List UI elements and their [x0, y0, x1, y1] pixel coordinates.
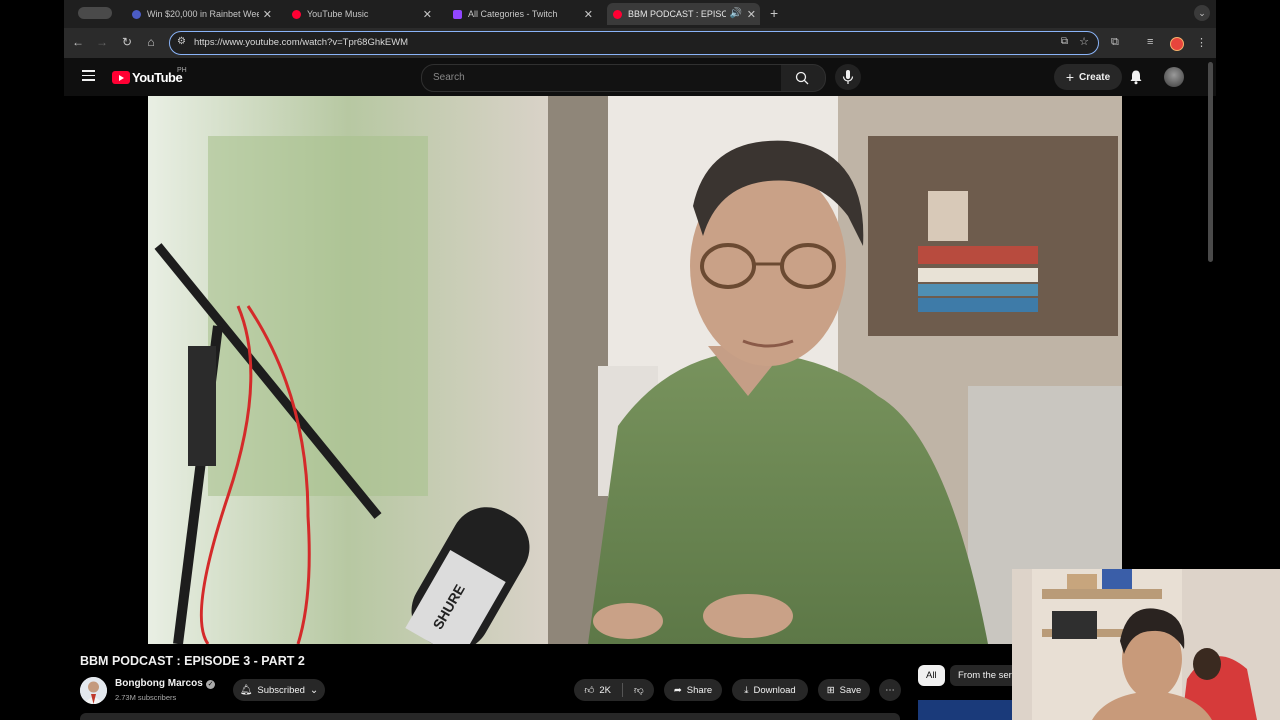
video-player[interactable]: SHURE: [148, 96, 1122, 644]
notifications-bell-icon[interactable]: [1129, 69, 1143, 85]
browser-tab-bar: Win $20,000 in Rainbet Weekly ✕ YouTube …: [64, 0, 1216, 28]
share-button[interactable]: ➦ Share: [664, 679, 722, 701]
tab-title: All Categories - Twitch: [468, 9, 558, 19]
media-controls-icon[interactable]: ≡: [1147, 36, 1153, 48]
share-label: Share: [686, 684, 713, 696]
like-dislike-control: 👍︎ 2K 👎︎: [574, 679, 654, 701]
reload-icon[interactable]: ↻: [119, 35, 135, 49]
channel-name[interactable]: Bongbong Marcos: [115, 678, 203, 689]
account-avatar[interactable]: [1164, 67, 1184, 87]
plus-icon[interactable]: +: [770, 5, 778, 21]
tab-title: YouTube Music: [307, 9, 369, 19]
menu-hamburger-icon[interactable]: [82, 70, 95, 81]
tab-group-indicator[interactable]: [78, 7, 112, 19]
subscribed-button[interactable]: 🔔︎ Subscribed ⌄: [233, 679, 325, 701]
video-title: BBM PODCAST : EPISODE 3 - PART 2: [80, 654, 305, 668]
youtube-header: YouTube PH Search + Create: [64, 58, 1216, 96]
download-button[interactable]: ⤓ Download: [732, 679, 808, 701]
tab-bbm-podcast[interactable]: BBM PODCAST : EPISODE 3 - PART 2 🔊 ✕: [607, 3, 760, 25]
description-box[interactable]: [80, 713, 900, 720]
more-horizontal-icon: ⋯: [885, 684, 895, 696]
search-input[interactable]: Search: [421, 64, 783, 92]
country-code: PH: [177, 67, 187, 74]
close-tab-icon[interactable]: ✕: [263, 8, 272, 21]
forward-arrow-icon[interactable]: →: [94, 35, 110, 49]
video-frame: SHURE: [148, 96, 1122, 644]
site-info-icon[interactable]: ⚙: [177, 36, 186, 47]
tab-title: BBM PODCAST : EPISODE 3 - PART 2: [628, 9, 726, 19]
tab-youtube-music[interactable]: YouTube Music ✕: [286, 3, 436, 25]
youtube-logo[interactable]: YouTube PH: [112, 67, 187, 85]
thumbs-up-icon: 👍︎: [584, 685, 595, 696]
extensions-icon[interactable]: ⧉: [1111, 36, 1119, 49]
like-divider: [621, 683, 623, 697]
voice-search-button[interactable]: [835, 64, 861, 90]
profile-avatar-icon[interactable]: [1170, 37, 1184, 51]
related-video-thumbnail[interactable]: [918, 700, 1018, 720]
browser-menu-icon[interactable]: ⋮: [1196, 36, 1207, 49]
thumbs-down-icon[interactable]: 👎︎: [634, 684, 644, 696]
webcam-feed: [1012, 569, 1280, 720]
subscribed-label: Subscribed: [257, 684, 305, 696]
channel-avatar-image: [80, 677, 107, 704]
rainbet-favicon-icon: [132, 9, 141, 19]
chip-from-the-series[interactable]: From the ser: [950, 665, 1020, 686]
chevron-down-icon[interactable]: ⌄: [1194, 5, 1210, 21]
search-button[interactable]: [781, 64, 826, 92]
verified-checkmark-icon: ✓: [206, 680, 215, 689]
share-arrow-icon: ➦: [673, 684, 682, 696]
save-label: Save: [839, 684, 862, 696]
close-tab-icon[interactable]: ✕: [584, 8, 593, 21]
download-arrow-icon: ⤓: [744, 684, 749, 696]
tab-rainbet[interactable]: Win $20,000 in Rainbet Weekly ✕: [126, 3, 276, 25]
save-button[interactable]: ⊞ Save: [818, 679, 870, 701]
download-label: Download: [753, 684, 796, 696]
chevron-down-icon: ⌄: [309, 684, 319, 696]
youtube-favicon-icon: [613, 9, 622, 19]
install-app-icon[interactable]: ⧉: [1061, 36, 1068, 47]
audio-playing-icon[interactable]: 🔊: [730, 8, 742, 19]
back-arrow-icon[interactable]: ←: [70, 35, 86, 49]
url-text[interactable]: https://www.youtube.com/watch?v=Tpr68Ghk…: [194, 37, 408, 48]
close-tab-icon[interactable]: ✕: [423, 8, 432, 21]
home-icon[interactable]: ⌂: [143, 35, 159, 49]
search-icon: [795, 71, 809, 85]
address-bar[interactable]: ⚙ https://www.youtube.com/watch?v=Tpr68G…: [169, 31, 1099, 55]
like-button[interactable]: 👍︎ 2K: [584, 684, 611, 697]
plus-icon: +: [1065, 69, 1075, 85]
tab-twitch[interactable]: All Categories - Twitch ✕: [447, 3, 597, 25]
webcam-overlay: [1012, 569, 1280, 720]
twitch-favicon-icon: [453, 9, 462, 19]
close-tab-icon[interactable]: ✕: [747, 8, 756, 21]
youtube-play-icon: [112, 71, 130, 84]
create-button[interactable]: + Create: [1054, 64, 1122, 90]
bookmark-star-icon[interactable]: ☆: [1079, 35, 1089, 48]
tab-title: Win $20,000 in Rainbet Weekly: [147, 9, 259, 19]
search-placeholder: Search: [433, 72, 465, 83]
more-actions-button[interactable]: ⋯: [879, 679, 901, 701]
save-bookmark-icon: ⊞: [826, 684, 835, 696]
youtube-music-favicon-icon: [292, 9, 301, 19]
browser-toolbar: ← → ↻ ⌂ ⚙ https://www.youtube.com/watch?…: [64, 28, 1216, 58]
like-count: 2K: [599, 684, 611, 696]
channel-avatar[interactable]: [80, 677, 107, 704]
create-label: Create: [1079, 71, 1111, 83]
microphone-icon: [842, 70, 854, 84]
chip-all[interactable]: All: [918, 665, 945, 686]
bell-icon: 🔔︎: [239, 684, 253, 696]
subscriber-count: 2.73M subscribers: [115, 693, 177, 702]
page-scrollbar[interactable]: [1208, 62, 1213, 262]
youtube-wordmark: YouTube: [132, 70, 183, 85]
